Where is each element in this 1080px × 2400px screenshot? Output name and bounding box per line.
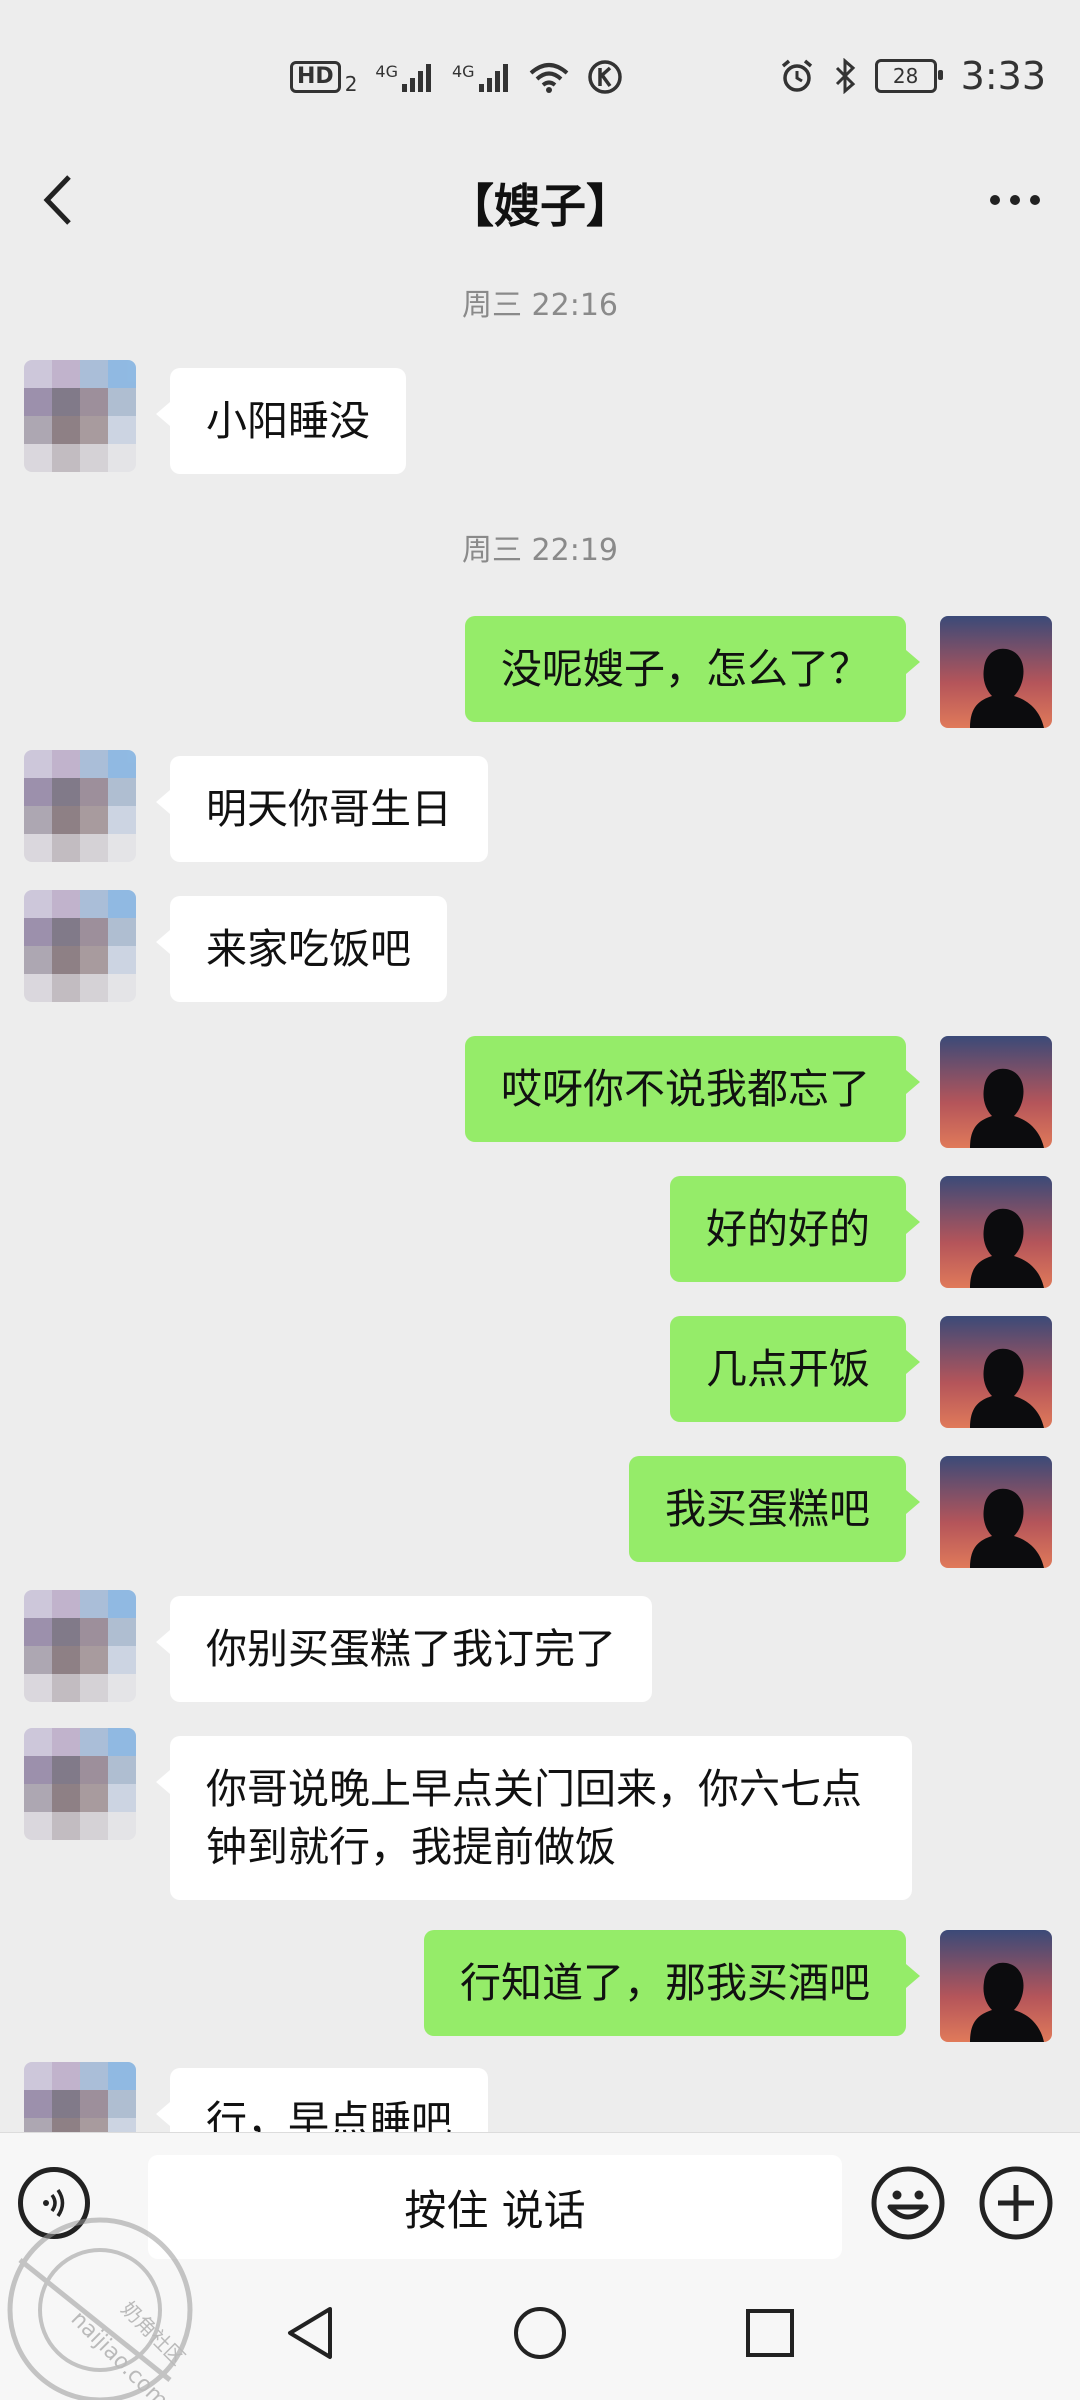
system-back-button[interactable] [275,2298,345,2368]
hold-to-talk-button[interactable]: 按住 说话 [148,2155,842,2259]
system-navigation-bar [0,2270,1080,2400]
signal-2-icon: 4G [452,62,511,92]
status-time: 3:33 [960,54,1046,98]
wifi-icon [529,63,568,93]
circle-home-icon [514,2307,566,2359]
hd-badge: HD [290,61,341,93]
contact-avatar[interactable] [24,1590,136,1702]
more-button[interactable] [980,168,1050,232]
emoji-icon [871,2166,945,2240]
contact-avatar[interactable] [24,890,136,1002]
contact-avatar[interactable] [24,1728,136,1840]
message-bubble-sent[interactable]: 几点开饭 [670,1316,920,1422]
self-avatar[interactable] [940,1036,1052,1148]
self-avatar[interactable] [940,1456,1052,1568]
self-avatar[interactable] [940,1930,1052,2042]
alarm-icon [781,59,812,92]
square-recents-icon [746,2309,794,2357]
voice-button[interactable] [18,2167,90,2239]
self-avatar[interactable] [940,1176,1052,1288]
status-icons-right: 28 3:33 [779,54,1046,98]
system-recents-button[interactable] [735,2298,805,2368]
contact-avatar[interactable] [24,360,136,472]
chat-header: 【嫂子】 [0,150,1080,250]
voice-icon [43,2189,65,2217]
message-bubble-sent[interactable]: 好的好的 [670,1176,920,1282]
chat-message-list[interactable]: 周三 22:16 小阳睡没 周三 22:19 没呢嫂子，怎么了？ 明天你哥生日 … [0,250,1080,2132]
message-bubble-received[interactable]: 行，早点睡吧 [156,2068,488,2132]
plus-icon [979,2166,1053,2240]
battery-icon: 28 [874,59,943,93]
more-dots-icon [990,195,1040,205]
message-bubble-received[interactable]: 明天你哥生日 [156,756,488,862]
status-icons-left: HD 2 4G 4G [290,58,623,96]
contact-avatar[interactable] [24,750,136,862]
input-bar: 按住 说话 [0,2132,1080,2271]
emoji-button[interactable] [870,2165,946,2241]
chat-title: 【嫂子】 [448,179,632,233]
bluetooth-icon [835,58,855,94]
message-bubble-received[interactable]: 你别买蛋糕了我订完了 [156,1596,652,1702]
message-bubble-received[interactable]: 来家吃饭吧 [156,896,447,1002]
message-bubble-sent[interactable]: 哎呀你不说我都忘了 [465,1036,920,1142]
sim-label: 2 [344,72,358,96]
more-functions-button[interactable] [978,2165,1054,2241]
status-bar: HD 2 4G 4G 28 3:33 [0,0,1080,150]
triangle-back-icon [288,2307,332,2359]
message-bubble-sent[interactable]: 行知道了，那我买酒吧 [424,1930,920,2036]
self-avatar[interactable] [940,616,1052,728]
timestamp: 周三 22:16 [462,288,618,323]
k-app-icon [587,60,622,94]
timestamp: 周三 22:19 [462,533,618,568]
system-home-button[interactable] [505,2298,575,2368]
message-bubble-received[interactable]: 你哥说晚上早点关门回来，你六七点钟到就行，我提前做饭 [156,1736,912,1900]
self-avatar[interactable] [940,1316,1052,1428]
message-bubble-received[interactable]: 小阳睡没 [156,368,406,474]
signal-1-icon: 4G [375,62,434,92]
message-bubble-sent[interactable]: 没呢嫂子，怎么了？ [465,616,920,722]
message-bubble-sent[interactable]: 我买蛋糕吧 [629,1456,920,1562]
contact-avatar[interactable] [24,2062,136,2132]
